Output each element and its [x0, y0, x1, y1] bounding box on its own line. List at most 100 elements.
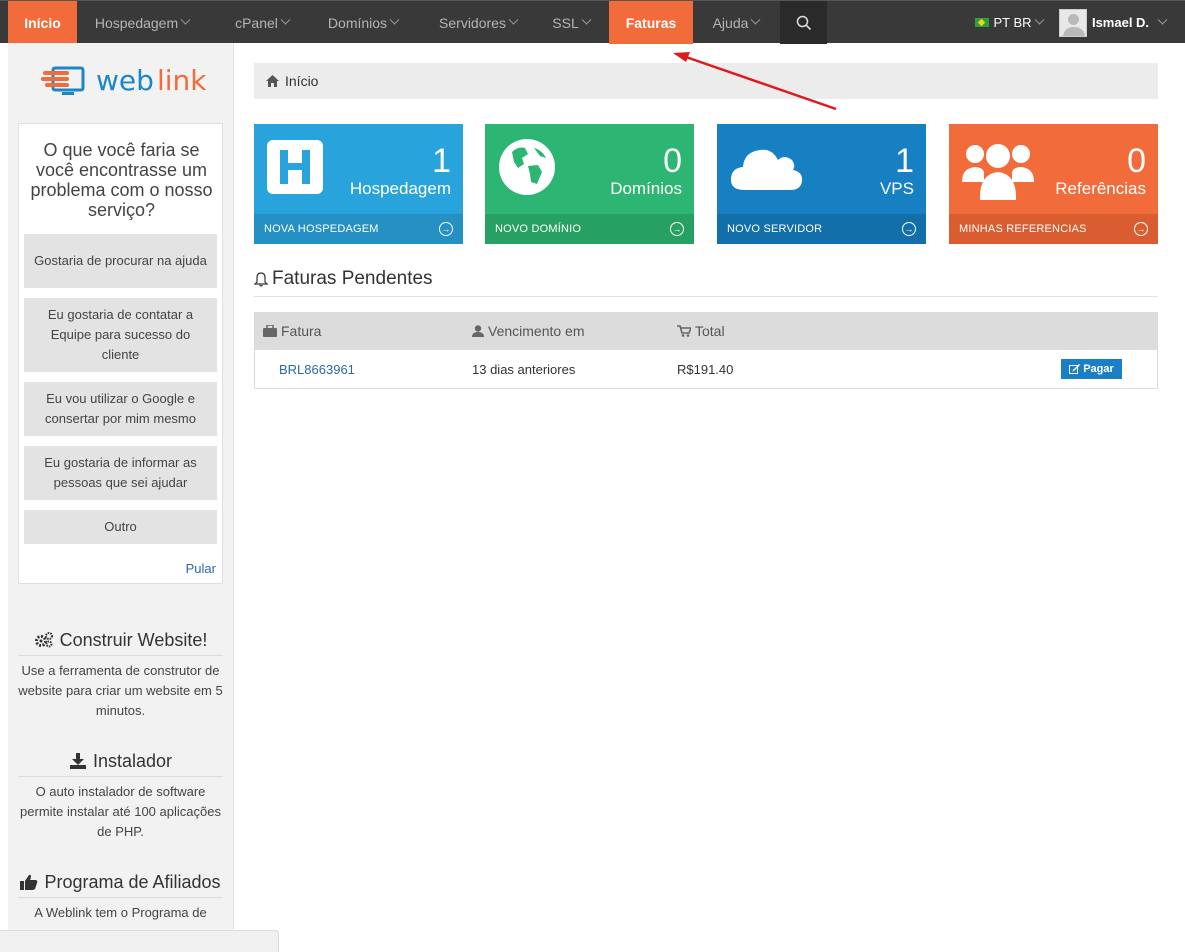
nav-faturas-label: Faturas [625, 14, 677, 31]
chevron-down-icon [1157, 14, 1168, 25]
tile-count: 1 [895, 142, 914, 180]
survey-option[interactable]: Eu vou utilizar o Google e consertar por… [24, 382, 217, 436]
search-button[interactable] [780, 1, 827, 44]
tile-label: Hospedagem [349, 179, 451, 198]
nav-ajuda[interactable]: Ajuda [703, 1, 769, 44]
user-icon [472, 325, 484, 337]
globe-icon [499, 139, 555, 195]
nav-hospedagem-label: Hospedagem [94, 14, 179, 31]
section-title: Programa de Afiliados [44, 871, 221, 892]
arrow-right-circle-icon: → [902, 222, 916, 236]
section-title: Construir Website! [59, 629, 208, 650]
survey-option[interactable]: Eu gostaria de informar as pessoas que s… [24, 446, 217, 500]
divider [254, 296, 1158, 297]
nav-cpanel[interactable]: cPanel [222, 1, 302, 44]
novo-dominio-link[interactable]: NOVO DOMÍNIO → [485, 214, 694, 244]
tile-hospedagem[interactable]: 1 Hospedagem NOVA HOSPEDAGEM → [254, 124, 463, 244]
divider [18, 776, 223, 777]
chevron-down-icon [1034, 14, 1044, 25]
tile-action-label: NOVO SERVIDOR [727, 223, 823, 235]
tile-label: Referências [1055, 179, 1146, 198]
tile-dominios[interactable]: 0 Domínios NOVO DOMÍNIO → [485, 124, 694, 244]
nav-faturas[interactable]: Faturas [609, 1, 693, 44]
tile-label: VPS [879, 179, 914, 198]
brazil-flag-icon [975, 18, 990, 27]
column-header-label: Total [695, 323, 725, 339]
download-icon [69, 753, 86, 769]
horizontal-scrollbar[interactable] [0, 930, 279, 952]
tile-label: Domínios [610, 179, 682, 198]
cloud-icon [730, 149, 803, 190]
nova-hospedagem-link[interactable]: NOVA HOSPEDAGEM → [254, 214, 463, 244]
table-row: BRL8663961 13 dias anteriores R$191.40 P… [254, 350, 1158, 389]
chevron-down-icon [750, 14, 761, 25]
edit-icon [1069, 364, 1081, 374]
tile-referencias[interactable]: 0 Referências MINHAS REFERENCIAS → [949, 124, 1158, 244]
chevron-down-icon [581, 14, 592, 25]
minhas-referencias-link[interactable]: MINHAS REFERENCIAS → [949, 214, 1158, 244]
top-navbar: Início Hospedagem cPanel Domínios Servid… [0, 0, 1185, 44]
survey-option[interactable]: Eu gostaria de contatar a Equipe para su… [24, 298, 217, 372]
weblink-logo[interactable]: web link [41, 63, 211, 103]
avatar[interactable] [1059, 9, 1087, 37]
arrow-right-circle-icon: → [670, 222, 684, 236]
nav-dominios[interactable]: Domínios [316, 1, 410, 44]
nav-servidores-label: Servidores [439, 14, 506, 31]
divider [18, 655, 223, 656]
breadcrumb: Início [254, 63, 1158, 99]
column-header-label: Fatura [281, 323, 322, 339]
survey-question: O que você faria se você encontrasse um … [30, 140, 213, 220]
survey-option[interactable]: Outro [24, 510, 217, 544]
invoice-due: 13 dias anteriores [472, 362, 576, 377]
faturas-pendentes-heading: Faturas Pendentes [254, 268, 433, 290]
chevron-down-icon [280, 14, 291, 25]
afiliados-heading: Programa de Afiliados [18, 870, 223, 894]
section-text: Use a ferramenta de construtor de websit… [18, 663, 223, 718]
logo-text: web [96, 64, 154, 97]
nav-ssl[interactable]: SSL [545, 1, 597, 44]
col-fatura[interactable]: Fatura [263, 323, 321, 339]
language-selector[interactable]: PT BR [972, 1, 1046, 44]
nav-inicio[interactable]: Início [8, 1, 77, 44]
svg-text:link: link [157, 64, 207, 97]
pay-button[interactable]: Pagar [1061, 359, 1122, 379]
section-title: Faturas Pendentes [272, 268, 433, 289]
tile-count: 0 [663, 142, 682, 180]
nav-ssl-label: SSL [552, 14, 579, 31]
tile-action-label: NOVA HOSPEDAGEM [264, 223, 379, 235]
section-text: A Weblink tem o Programa de [34, 905, 207, 920]
thumbs-up-icon [20, 874, 38, 890]
tile-count: 1 [432, 142, 451, 180]
bell-icon [254, 271, 268, 287]
col-total[interactable]: Total [677, 323, 725, 339]
tile-vps[interactable]: 1 VPS NOVO SERVIDOR → [717, 124, 926, 244]
col-vencimento[interactable]: Vencimento em [472, 323, 585, 339]
chevron-down-icon [389, 14, 400, 25]
user-name: Ismael D. [1091, 15, 1150, 30]
invoice-id-link[interactable]: BRL8663961 [279, 362, 355, 377]
nav-hospedagem[interactable]: Hospedagem [82, 1, 202, 44]
nav-ajuda-label: Ajuda [712, 14, 749, 31]
invoice-table-header: Fatura Vencimento em Total [254, 312, 1158, 350]
section-text: O auto instalador de software permite in… [20, 784, 221, 839]
nav-cpanel-label: cPanel [235, 14, 278, 31]
sidebar: web link O que você faria se você encont… [8, 43, 234, 952]
home-icon [266, 75, 279, 87]
section-title: Instalador [92, 750, 173, 771]
arrow-right-circle-icon: → [439, 222, 453, 236]
invoice-total: R$191.40 [677, 362, 734, 377]
language-label: PT BR [993, 15, 1032, 30]
users-icon [962, 144, 1034, 200]
skip-link[interactable]: Pular [186, 561, 216, 576]
pay-button-label: Pagar [1083, 363, 1114, 375]
construir-website-heading: Construir Website! [18, 628, 223, 652]
logo-graphic: web link [41, 64, 207, 97]
user-menu[interactable]: Ismael D. [1088, 1, 1170, 44]
cart-icon [677, 325, 691, 337]
breadcrumb-current: Início [285, 73, 319, 89]
nav-inicio-label: Início [24, 14, 61, 31]
divider [18, 897, 223, 898]
novo-servidor-link[interactable]: NOVO SERVIDOR → [717, 214, 926, 244]
survey-option[interactable]: Gostaria de procurar na ajuda [24, 234, 217, 288]
nav-servidores[interactable]: Servidores [428, 1, 528, 44]
